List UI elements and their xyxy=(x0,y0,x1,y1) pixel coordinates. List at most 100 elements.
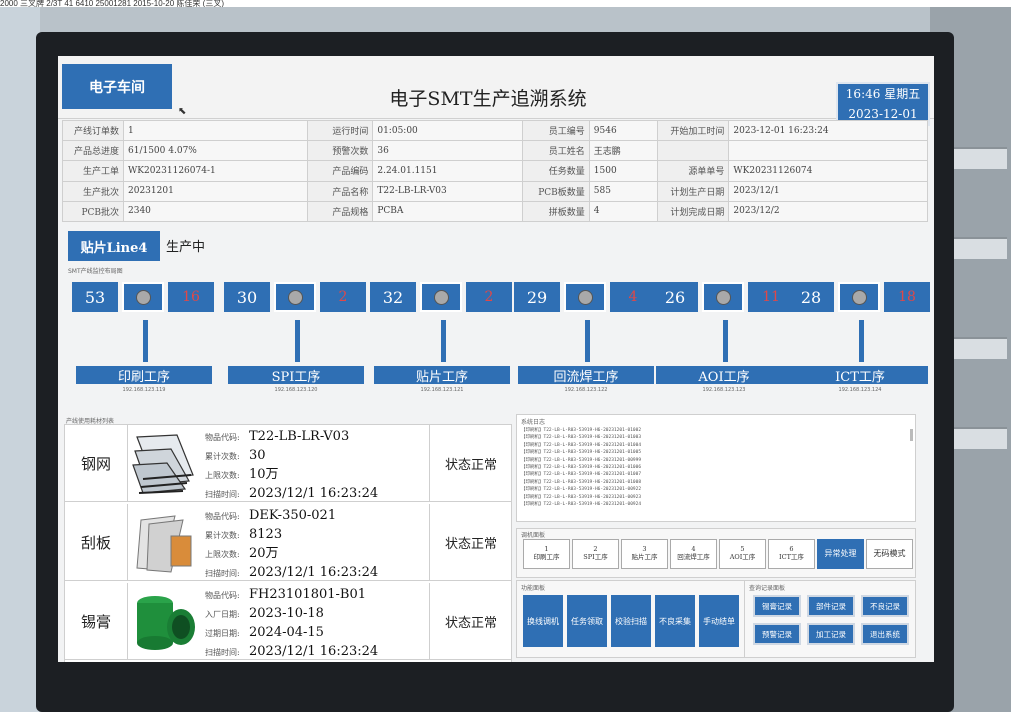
monitor-caption: SMT产线监控布局图 xyxy=(68,268,123,275)
log-line: 【印刷机】T22-LB-L-R03-53919-H6-20231201-0100… xyxy=(521,472,642,478)
field-value: 2023/12/1 16:23:24 xyxy=(249,644,379,659)
process-name: AOI工序 xyxy=(656,366,792,385)
function-button[interactable]: 换线调机 xyxy=(523,595,563,647)
function-button[interactable]: 校验扫描 xyxy=(611,595,651,647)
query-button[interactable]: 部件记录 xyxy=(807,595,855,617)
line-tag[interactable]: 贴片Line4 xyxy=(68,231,160,261)
step-tab[interactable]: 5 AOI工序 xyxy=(719,539,766,569)
process-node[interactable]: 30 2 SPI工序 192.168.123.120 xyxy=(224,282,366,393)
process-count: 32 xyxy=(370,282,416,312)
step-number: 1 xyxy=(544,545,549,553)
process-name: ICT工序 xyxy=(792,366,928,385)
process-node[interactable]: 32 2 贴片工序 192.168.123.121 xyxy=(370,282,512,393)
consumable-status: 状态正常 xyxy=(429,425,512,501)
info-value: 2023/12/1 xyxy=(728,180,928,202)
consumable-details: 物品代码: FH23101801-B01 入厂日期: 2023-10-18 过期日期… xyxy=(205,583,435,659)
query-button[interactable]: 预警记录 xyxy=(753,623,801,645)
info-key: 生产工单 xyxy=(62,160,124,182)
process-node[interactable]: 29 4 回流焊工序 192.168.123.122 xyxy=(514,282,656,393)
step-tab[interactable]: 2 SPI工序 xyxy=(572,539,619,569)
log-line: 【印刷机】T22-LB-L-R03-53919-H6-20231201-0100… xyxy=(521,465,642,471)
log-line: 【印刷机】T22-LB-L-R03-53919-H6-20231201-0100… xyxy=(521,450,642,456)
field-value: 2023-10-18 xyxy=(249,606,324,621)
info-value: 2023/12/2 xyxy=(728,200,928,223)
process-ip: 192.168.123.121 xyxy=(420,387,464,393)
log-line: 【印刷机】T22-LB-L-R03-53919-H6-20231201-0092… xyxy=(521,502,642,508)
query-button[interactable]: 加工记录 xyxy=(807,623,855,645)
consumables-panel: 钢网 物品代码: T22-LB-LR-V03 累计次数: 30 上限次数: 10万 扫… xyxy=(64,424,512,662)
workshop-button[interactable]: 电子车间 xyxy=(62,64,172,109)
process-connector xyxy=(723,320,728,362)
process-connector xyxy=(441,320,446,362)
consumable-row[interactable]: 钢网 物品代码: T22-LB-LR-V03 累计次数: 30 上限次数: 10万 扫… xyxy=(65,425,511,502)
function-button[interactable]: 手动结单 xyxy=(699,595,739,647)
log-line: 【印刷机】T22-LB-L-R03-53919-H6-20231201-0092… xyxy=(521,487,642,493)
info-key: 开始加工时间 xyxy=(657,119,730,142)
field-value: T22-LB-LR-V03 xyxy=(249,429,350,444)
process-node[interactable]: 53 16 印刷工序 192.168.123.119 xyxy=(72,282,214,393)
field-key: 扫描时间: xyxy=(205,648,240,657)
exception-handling-button[interactable]: 异常处理 xyxy=(817,539,864,569)
consumable-name: 钢网 xyxy=(65,425,128,501)
field-value: 2023/12/1 16:23:24 xyxy=(249,486,379,501)
process-name: 回流焊工序 xyxy=(518,366,654,385)
step-tab[interactable]: 6 ICT工序 xyxy=(768,539,815,569)
query-button[interactable]: 锡膏记录 xyxy=(753,595,801,617)
info-key: 产线订单数 xyxy=(62,119,124,142)
consumable-row[interactable]: 刮板 物品代码: DEK-350-021 累计次数: 8123 上限次数: 20万 扫… xyxy=(65,504,511,581)
no-code-mode-button[interactable]: 无码模式 xyxy=(866,539,913,569)
consumable-image xyxy=(131,431,199,495)
function-button[interactable]: 不良采集 xyxy=(655,595,695,647)
field-value: 30 xyxy=(249,448,266,463)
process-node[interactable]: 26 11 AOI工序 192.168.123.123 xyxy=(652,282,794,393)
steps-caption: 调机面板 xyxy=(521,532,546,539)
process-connector xyxy=(295,320,300,362)
step-tab[interactable]: 4 回流焊工序 xyxy=(670,539,717,569)
info-value: 王志鹏 xyxy=(588,140,659,162)
info-key: 产品总进度 xyxy=(62,140,124,162)
info-row: PCB批次 2340 产品规格 PCBA 拼板数量 4 计划完成日期 2023/12/2 xyxy=(62,200,928,223)
process-ng-count: 2 xyxy=(466,282,512,312)
field-value: 10万 xyxy=(249,467,279,482)
query-button[interactable]: 退出系统 xyxy=(861,623,909,645)
step-tab[interactable]: 1 印刷工序 xyxy=(523,539,570,569)
consumable-status: 状态正常 xyxy=(429,583,512,659)
step-tab[interactable]: 3 贴片工序 xyxy=(621,539,668,569)
query-panel: 查询记录面板 锡膏记录 部件记录 不良记录预警记录 加工记录 退出系统 xyxy=(744,580,916,658)
process-count: 28 xyxy=(788,282,834,312)
process-ng-count: 16 xyxy=(168,282,214,312)
function-button[interactable]: 任务领取 xyxy=(567,595,607,647)
log-line: 【印刷机】T22-LB-L-R03-53919-H6-20231201-0100… xyxy=(521,442,642,448)
header: 电子车间 ⬉ 电子SMT生产追溯系统 16:46 星期五 2023-12-01 xyxy=(58,56,934,126)
query-caption: 查询记录面板 xyxy=(749,585,786,592)
consumable-details: 物品代码: DEK-350-021 累计次数: 8123 上限次数: 20万 扫描时间… xyxy=(205,504,435,580)
log-scrollbar[interactable] xyxy=(910,429,913,441)
step-number: 4 xyxy=(691,545,696,553)
info-row: 产线订单数 1 运行时间 01:05:00 员工编号 9546 开始加工时间 2023-12-… xyxy=(62,119,928,142)
step-label: 印刷工序 xyxy=(533,553,560,561)
log-line: 【印刷机】T22-LB-L-R03-53919-H6-20231201-0100… xyxy=(521,479,642,485)
log-line: 【印刷机】T22-LB-L-R03-53919-H6-20231201-0100… xyxy=(521,428,642,433)
info-value: WK20231126074 xyxy=(728,160,928,182)
info-value: 1 xyxy=(122,119,309,142)
process-node[interactable]: 28 18 ICT工序 192.168.123.124 xyxy=(788,282,930,393)
line-state: 生产中 xyxy=(166,240,206,255)
field-key: 扫描时间: xyxy=(205,490,240,499)
info-value: 2340 xyxy=(122,200,309,223)
log-line: 【印刷机】T22-LB-L-R03-53919-H6-20231201-0099… xyxy=(521,457,642,463)
info-value: 585 xyxy=(588,180,659,202)
info-key: 员工姓名 xyxy=(521,140,590,162)
step-number: 6 xyxy=(789,545,794,553)
query-button[interactable]: 不良记录 xyxy=(861,595,909,617)
functions-caption: 功能面板 xyxy=(521,585,546,592)
info-value: 01:05:00 xyxy=(372,119,523,142)
info-key: 产品规格 xyxy=(307,200,374,223)
step-label: AOI工序 xyxy=(729,553,756,561)
field-value: DEK-350-021 xyxy=(249,508,337,523)
info-value: 36 xyxy=(372,140,523,162)
log-caption: 系统日志 xyxy=(521,419,546,426)
function-panel: 功能面板 换线调机 任务领取 校验扫描 不良采集 手动结单 xyxy=(516,580,746,658)
consumable-row[interactable]: 锡膏 物品代码: FH23101801-B01 入厂日期: 2023-10-18 过… xyxy=(65,583,511,660)
mouse-cursor-icon: ⬉ xyxy=(178,106,187,117)
info-value: 9546 xyxy=(588,119,659,142)
